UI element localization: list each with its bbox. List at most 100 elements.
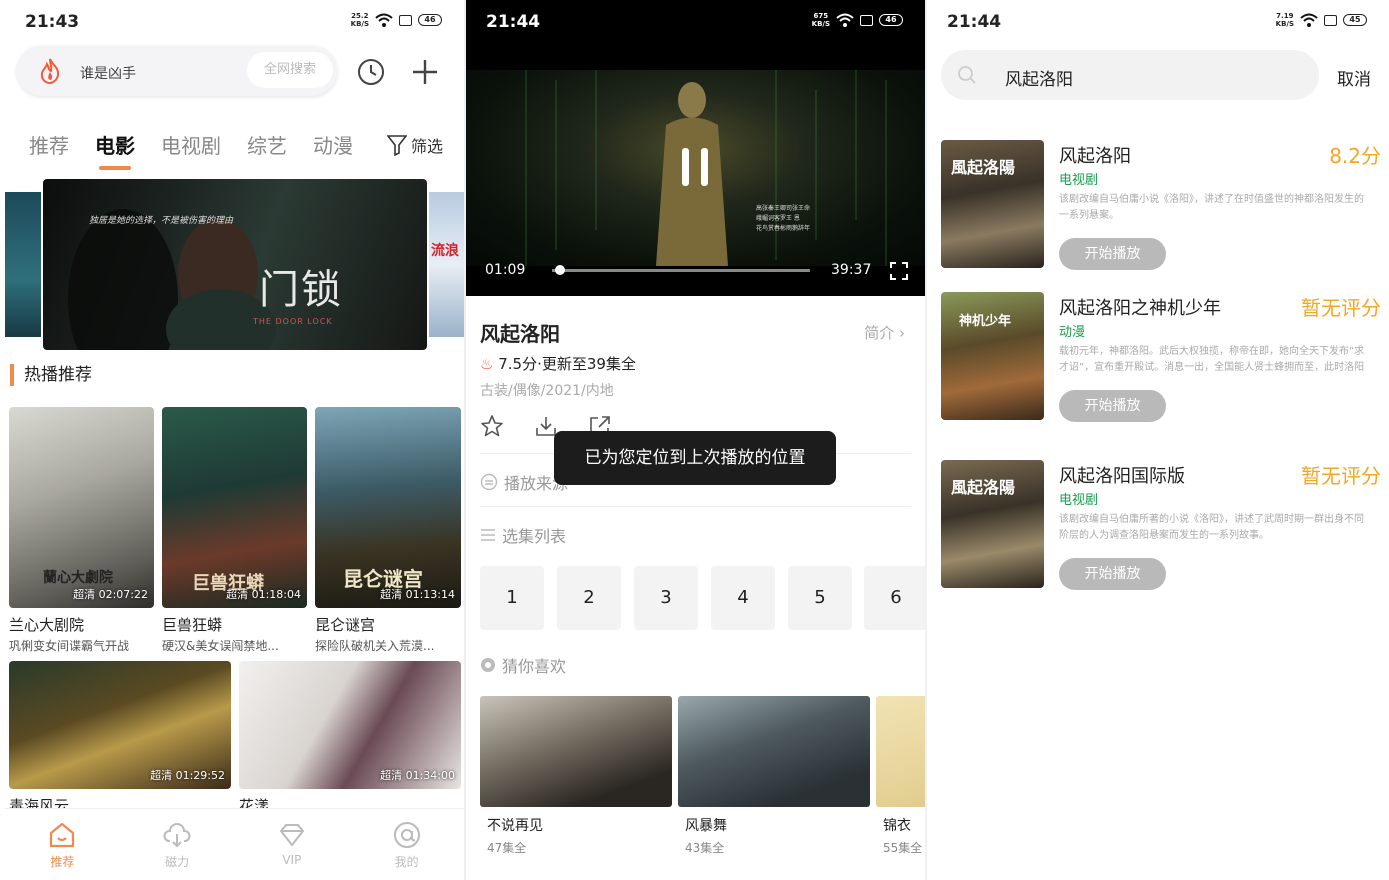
nav-mine[interactable]: 我的 xyxy=(349,809,464,880)
search-placeholder: 谁是凶手 xyxy=(80,66,136,82)
start-play-button[interactable]: 开始播放 xyxy=(1059,390,1166,422)
start-play-button[interactable]: 开始播放 xyxy=(1059,558,1166,590)
svg-text:高张秦王卿司张王命: 高张秦王卿司张王命 xyxy=(756,204,810,212)
movie-poster: 超清 01:29:52 xyxy=(9,661,231,789)
result-title: 风起洛阳 xyxy=(1059,146,1131,167)
pause-button[interactable] xyxy=(679,148,711,186)
detail-screen: 21:44 675 KB/S 46 高张秦王卿司张王命 峨嵋词客罗王 恩花鸟赏春彬雨… xyxy=(466,0,925,880)
episode-button[interactable]: 2 xyxy=(557,566,621,630)
movie-desc: 巩俐变女间谍霸气开战 xyxy=(9,639,130,653)
movie-card[interactable]: 巨兽狂蟒 超清 01:18:04 巨兽狂蟒 硬汉&美女误闯禁地... xyxy=(162,407,307,654)
result-score: 8.2分 xyxy=(1329,144,1381,168)
search-query: 风起洛阳 xyxy=(1005,70,1073,90)
quality-duration-badge: 超清 01:18:04 xyxy=(226,588,301,601)
quality-duration-badge: 超清 02:07:22 xyxy=(73,588,148,601)
movie-card[interactable]: 昆仑谜宫 超清 01:13:14 昆仑谜宫 探险队破机关入荒漠... xyxy=(315,407,461,654)
total-time: 39:37 xyxy=(831,262,872,278)
nav-label: 磁力 xyxy=(165,855,190,869)
tab-recommend[interactable]: 推荐 xyxy=(29,130,69,170)
battery-icon: 46 xyxy=(879,14,903,26)
episode-button[interactable]: 5 xyxy=(788,566,852,630)
result-item[interactable]: 風起洛陽 风起洛阳 8.2分 电视剧 该剧改编自马伯庸小说《洛阳》，讲述了在时值… xyxy=(941,140,1381,270)
screen-icon xyxy=(1324,14,1337,26)
divider xyxy=(480,506,911,507)
result-item[interactable]: 風起洛陽 风起洛阳国际版 暂无评分 电视剧 该剧改编自马伯庸所著的小说《洛阳》，… xyxy=(941,460,1381,590)
nav-recommend[interactable]: 推荐 xyxy=(5,809,120,880)
banner-next-text: 流浪 xyxy=(431,243,459,259)
network-speed: 25.2 KB/S xyxy=(350,12,369,28)
recommend-card[interactable]: 风暴舞 43集全 xyxy=(678,696,870,856)
recommend-poster xyxy=(876,696,925,807)
history-icon[interactable] xyxy=(357,58,385,86)
episode-button[interactable]: 1 xyxy=(480,566,544,630)
episode-button[interactable]: 4 xyxy=(711,566,775,630)
episode-button[interactable]: 3 xyxy=(634,566,698,630)
score-line: ♨ 7.5分·更新至39集全 xyxy=(480,355,636,373)
movie-title: 兰心大剧院 xyxy=(9,616,85,634)
progress-bar[interactable] xyxy=(552,269,810,272)
home-icon xyxy=(50,822,75,848)
tab-anime[interactable]: 动漫 xyxy=(313,130,353,170)
filter-icon xyxy=(387,135,407,156)
search-input[interactable]: 风起洛阳 xyxy=(941,50,1319,100)
result-desc: 该剧改编自马伯庸小说《洛阳》，讲述了在时值盛世的神都洛阳发生的一系列悬案。 xyxy=(1059,194,1364,221)
add-icon[interactable] xyxy=(411,58,439,86)
start-play-button[interactable]: 开始播放 xyxy=(1059,238,1166,270)
battery-icon: 45 xyxy=(1343,14,1367,26)
like-icon xyxy=(481,658,495,672)
section-title-hot: 热播推荐 xyxy=(10,364,92,386)
intro-link[interactable]: 简介 › xyxy=(864,322,905,343)
episode-button[interactable]: 6 xyxy=(864,566,925,630)
list-icon xyxy=(481,529,495,541)
all-web-search-button[interactable]: 全网搜索 xyxy=(247,52,333,88)
tab-tv[interactable]: 电视剧 xyxy=(161,130,221,170)
at-icon xyxy=(393,822,420,848)
nav-label: 推荐 xyxy=(50,855,75,869)
status-time: 21:44 xyxy=(486,12,541,32)
cancel-button[interactable]: 取消 xyxy=(1337,65,1371,90)
banner-prev-peek[interactable] xyxy=(5,192,41,337)
movie-title: 巨兽狂蟒 xyxy=(162,616,223,634)
recommend-desc: 43集全 xyxy=(685,841,725,855)
battery-icon: 46 xyxy=(418,14,442,26)
recommend-title: 风暴舞 xyxy=(685,818,727,834)
wifi-icon xyxy=(836,13,854,27)
search-icon xyxy=(958,66,976,84)
movie-card[interactable]: 蘭心大劇院 超清 02:07:22 兰心大剧院 巩俐变女间谍霸气开战 xyxy=(9,407,154,654)
result-item[interactable]: 神机少年 风起洛阳之神机少年 暂无评分 动漫 载初元年，神都洛阳。武后大权独揽，… xyxy=(941,292,1381,422)
search-bar[interactable]: 谁是凶手 全网搜索 xyxy=(17,46,337,96)
movie-card[interactable]: 超清 01:29:52 毒海风云 xyxy=(9,661,231,816)
nav-magnet[interactable]: 磁力 xyxy=(120,809,235,880)
tab-movie[interactable]: 电影 xyxy=(95,130,135,170)
recommend-card[interactable]: 锦衣 55集全 xyxy=(876,696,925,856)
home-screen: 21:43 25.2 KB/S 46 谁是凶手 全网搜索 推荐 电影 电视剧 综艺… xyxy=(5,0,464,880)
recommend-card[interactable]: 不说再见 47集全 xyxy=(480,696,672,856)
result-poster: 神机少年 xyxy=(941,292,1044,420)
recommend-poster xyxy=(480,696,672,807)
recommend-title: 锦衣 xyxy=(883,818,911,834)
tab-variety[interactable]: 综艺 xyxy=(247,130,287,170)
flame-icon xyxy=(40,58,60,84)
movie-poster: 超清 01:34:00 xyxy=(239,661,461,789)
fullscreen-icon[interactable] xyxy=(890,262,908,280)
banner-subtitle: 独居是她的选择，不是被伤害的理由 xyxy=(89,216,234,226)
recommend-desc: 47集全 xyxy=(487,841,527,855)
banner-next-peek[interactable]: 流浪 xyxy=(429,192,464,337)
svg-text:峨嵋词客罗王 恩: 峨嵋词客罗王 恩 xyxy=(756,214,800,222)
episodes-label: 选集列表 xyxy=(502,527,567,546)
status-time: 21:44 xyxy=(947,12,1002,32)
network-speed: 7.19 KB/S xyxy=(1275,12,1294,28)
star-icon[interactable] xyxy=(480,414,504,438)
movie-poster: 巨兽狂蟒 超清 01:18:04 xyxy=(162,407,307,608)
resume-toast: 已为您定位到上次播放的位置 xyxy=(554,431,836,485)
quality-duration-badge: 超清 01:13:14 xyxy=(380,588,455,601)
video-player[interactable]: 21:44 675 KB/S 46 高张秦王卿司张王命 峨嵋词客罗王 恩花鸟赏春彬雨… xyxy=(466,0,925,296)
featured-banner[interactable]: 独居是她的选择，不是被伤害的理由 门锁 THE DOOR LOCK xyxy=(43,179,427,350)
progress-handle[interactable] xyxy=(554,265,565,275)
nav-vip[interactable]: VIP xyxy=(235,809,350,880)
recommend-poster xyxy=(678,696,870,807)
movie-card[interactable]: 超清 01:34:00 花漾 xyxy=(239,661,461,816)
result-poster: 風起洛陽 xyxy=(941,140,1044,268)
filter-button[interactable]: 筛选 xyxy=(387,133,443,157)
banner-title: 门锁 xyxy=(259,267,343,313)
